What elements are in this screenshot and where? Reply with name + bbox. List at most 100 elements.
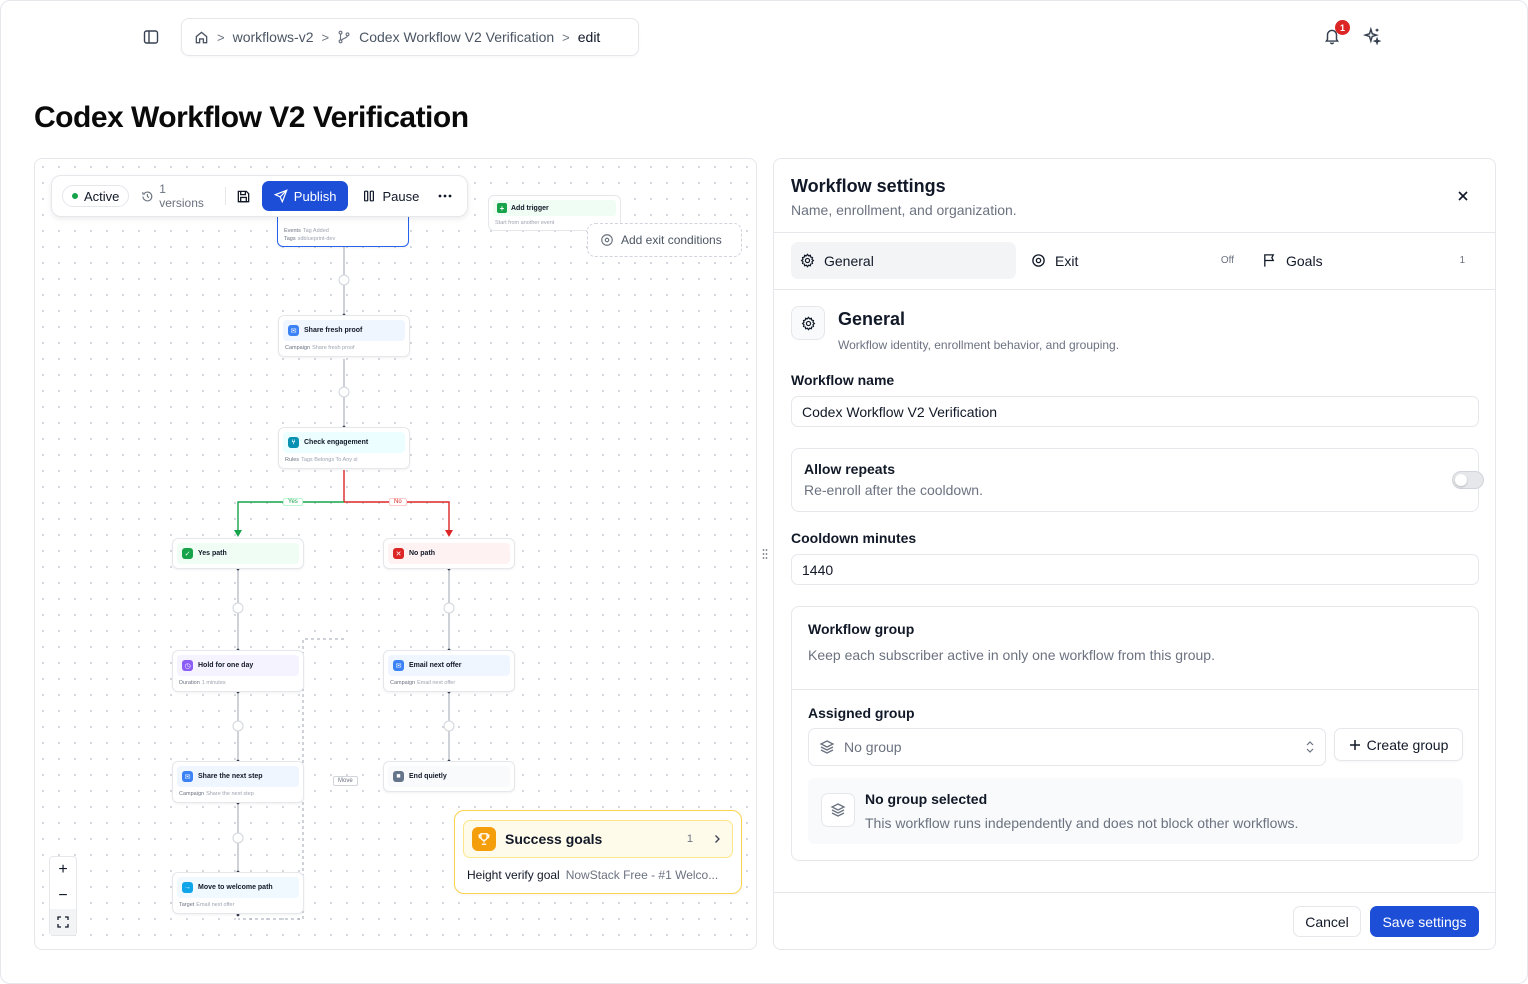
node-sub: Campaign Share fresh proof [279, 341, 409, 351]
breadcrumb-current: edit [577, 29, 601, 45]
app-window: > workflows-v2 > Codex Workflow V2 Verif… [0, 0, 1528, 984]
branch-icon [337, 30, 351, 44]
node-no-path[interactable]: ✕ No path [383, 538, 515, 569]
create-group-label: Create group [1366, 736, 1449, 753]
chevron-right-icon: > [321, 29, 330, 45]
workflow-name-input[interactable] [791, 396, 1479, 427]
tab-goals[interactable]: Goals 1 [1253, 242, 1473, 279]
node-move-to-welcome-path[interactable]: → Move to welcome path Target Email next o… [172, 872, 304, 914]
cooldown-input[interactable] [791, 554, 1479, 585]
check-icon: ✓ [182, 548, 193, 559]
breadcrumb-workflow[interactable]: Codex Workflow V2 Verification [359, 29, 554, 45]
status-label: Active [84, 188, 120, 204]
node-email-next-offer[interactable]: ✉ Email next offer Campaign Email next off… [383, 650, 515, 692]
divider [774, 232, 1495, 233]
node-sub-value: Share the next step [206, 791, 254, 797]
allow-repeats-row: Allow repeats Re-enroll after the cooldo… [791, 448, 1484, 512]
campaign-icon: ✉ [182, 771, 193, 782]
campaign-icon: ✉ [288, 325, 299, 336]
assigned-group-label: Assigned group [808, 705, 915, 721]
campaign-icon: ✉ [393, 660, 404, 671]
exit-conditions-label: Add exit conditions [621, 233, 722, 247]
node-title: Check engagement [304, 439, 369, 446]
sparkles-icon[interactable] [1362, 26, 1383, 47]
panel-resize-handle[interactable] [761, 546, 769, 562]
workflow-group-desc: Keep each subscriber active in only one … [808, 647, 1215, 663]
publish-button[interactable]: Publish [261, 181, 349, 211]
node-check-engagement[interactable]: ⑂ Check engagement Rules Tags Belongs To A… [278, 427, 410, 469]
save-icon[interactable] [232, 184, 256, 208]
node-share-fresh-proof[interactable]: ✉ Share fresh proof Campaign Share fresh p… [278, 315, 410, 357]
assigned-group-select[interactable]: No group [808, 728, 1326, 766]
success-goals-title: Success goals [505, 831, 603, 847]
node-yes-path[interactable]: ✓ Yes path [172, 538, 304, 569]
publish-label: Publish [293, 188, 337, 204]
chevron-right-icon: > [562, 29, 570, 45]
notification-badge: 1 [1335, 20, 1350, 35]
node-title: Hold for one day [198, 662, 254, 669]
success-goals-card: Success goals 1 Height verify goal NowSta… [454, 810, 742, 894]
status-dot [72, 193, 78, 199]
node-hold-for-one-day[interactable]: ◷ Hold for one day Duration 1 minutes [172, 650, 304, 692]
breadcrumb-workflows[interactable]: workflows-v2 [233, 29, 314, 45]
chevron-right-icon [712, 834, 722, 844]
tab-goals-label: Goals [1286, 252, 1323, 269]
workflow-canvas[interactable]: Yes No Move Events Tag Added Tags sdbluepr… [34, 158, 757, 950]
x-icon: ✕ [393, 548, 404, 559]
goal-row[interactable]: Height verify goal NowStack Free - #1 Wel… [467, 868, 729, 882]
zoom-out-icon[interactable]: − [50, 883, 76, 909]
trigger-events-value: Tag Added [302, 228, 329, 234]
toolbar-divider [225, 187, 227, 205]
no-group-desc: This workflow runs independently and doe… [865, 815, 1299, 831]
node-sub-value: Tags Belongs To Any sl [301, 457, 358, 463]
more-icon[interactable] [433, 184, 457, 208]
clock-icon: ◷ [182, 660, 193, 671]
pause-icon [364, 190, 375, 202]
zoom-in-icon[interactable]: + [50, 857, 76, 883]
save-settings-button[interactable]: Save settings [1370, 906, 1479, 937]
branch-label-yes: Yes [283, 498, 303, 506]
assigned-group-value: No group [844, 739, 902, 755]
node-head: ✕ No path [388, 543, 510, 564]
trigger-tags: Tags sdblueprint-dev [278, 234, 408, 242]
node-share-the-next-step[interactable]: ✉ Share the next step Campaign Share the n… [172, 761, 304, 803]
allow-repeats-title: Allow repeats [804, 461, 896, 477]
home-icon[interactable] [194, 30, 209, 45]
node-sub-label: Duration [179, 680, 200, 686]
tab-general[interactable]: General [791, 242, 1016, 279]
node-title: Share fresh proof [304, 327, 363, 334]
allow-repeats-toggle[interactable] [1452, 471, 1484, 489]
trigger-tags-label: Tags [284, 236, 296, 242]
layers-icon [819, 740, 835, 754]
node-end-quietly[interactable]: ■ End quietly [383, 761, 515, 792]
tab-exit[interactable]: Exit Off [1022, 242, 1242, 279]
node-sub: Target Email next offer [173, 898, 303, 908]
divider [792, 689, 1478, 690]
divider [774, 892, 1495, 893]
node-title: No path [409, 550, 436, 557]
trigger-events-label: Events [284, 228, 301, 234]
trophy-icon [472, 827, 496, 851]
node-sub-value: Share fresh proof [312, 345, 355, 351]
add-trigger-head: + Add trigger [493, 200, 616, 216]
create-group-button[interactable]: Create group [1334, 728, 1463, 761]
add-exit-conditions-button[interactable]: Add exit conditions [587, 223, 742, 257]
node-sub-label: Campaign [285, 345, 311, 351]
node-head: ✓ Yes path [177, 543, 299, 564]
success-goals-header[interactable]: Success goals 1 [463, 820, 733, 858]
zoom-controls: + − [49, 856, 77, 936]
breadcrumb: > workflows-v2 > Codex Workflow V2 Verif… [181, 18, 639, 56]
fit-view-icon[interactable] [50, 909, 76, 935]
cancel-button[interactable]: Cancel [1293, 906, 1361, 937]
pause-button[interactable]: Pause [354, 181, 427, 211]
versions-button[interactable]: 1 versions [135, 182, 219, 210]
node-title: Email next offer [409, 662, 462, 669]
chevrons-up-down-icon [1306, 741, 1314, 753]
node-sub-label: Rules [285, 457, 300, 463]
close-icon[interactable] [1453, 186, 1473, 206]
node-sub: Rules Tags Belongs To Any sl [279, 453, 409, 463]
send-icon [273, 189, 288, 203]
branch-label-no: No [389, 498, 407, 506]
workflow-name-label: Workflow name [791, 372, 895, 388]
sidebar-toggle-icon[interactable] [141, 27, 161, 47]
